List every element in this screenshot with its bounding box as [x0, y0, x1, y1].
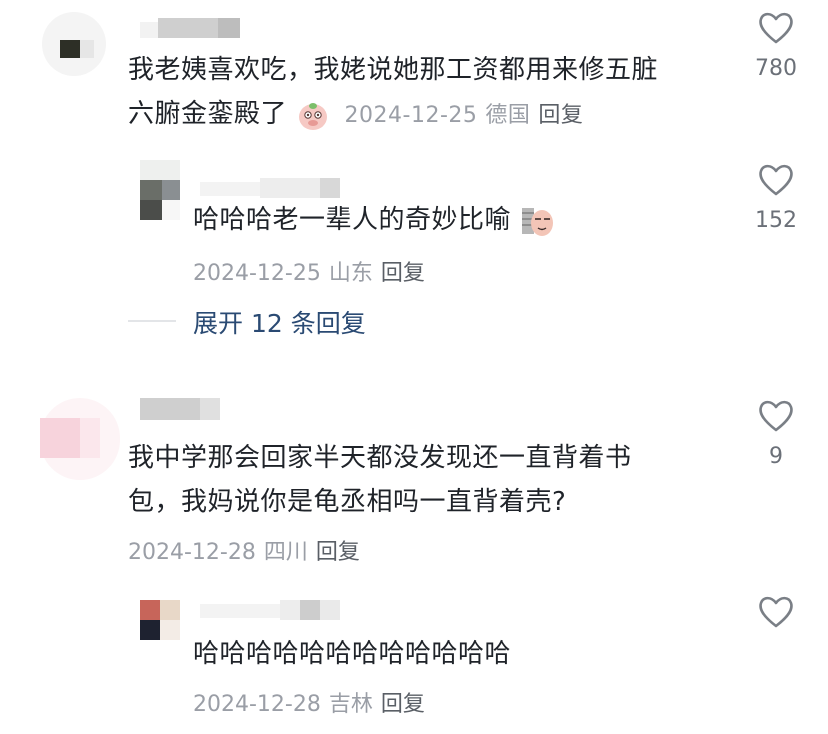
comment-text-line-2-wrapper: 六腑金銮殿了 2024-12-25 德国 回复: [128, 92, 591, 138]
reply-text: 哈哈哈哈哈哈哈哈哈哈哈哈: [193, 639, 512, 669]
comment-meta: 2024-12-25 德国 回复: [345, 103, 592, 128]
avatar[interactable]: [140, 160, 180, 220]
reply-button[interactable]: 回复: [538, 103, 583, 128]
reply-date: 2024-12-28: [193, 692, 321, 717]
comment-text-line-2: 六腑金銮殿了: [128, 99, 288, 129]
like-heart-icon[interactable]: [757, 162, 795, 198]
like-count: 780: [755, 56, 797, 81]
smug-face-sticker-icon: [520, 204, 554, 238]
comment-meta: 2024-12-28 四川 回复: [128, 534, 368, 566]
like-heart-icon[interactable]: [757, 398, 795, 434]
comment-text-line-1: 我中学那会回家半天都没发现还一直背着书: [128, 443, 632, 473]
expand-replies-button[interactable]: 展开 12 条回复: [193, 304, 366, 340]
avatar[interactable]: [140, 600, 180, 640]
username-mosaic[interactable]: [200, 178, 340, 198]
comment-text-line-2: 包，我妈说你是龟丞相吗一直背着壳?: [128, 487, 567, 517]
username-mosaic[interactable]: [200, 600, 340, 620]
reply-button[interactable]: 回复: [316, 540, 360, 565]
comment-text-line-1: 我老姨喜欢吃，我姥说她那工资都用来修五脏: [128, 55, 659, 85]
like-heart-icon[interactable]: [757, 10, 795, 46]
reply-location: 山东: [328, 261, 373, 286]
comment-date: 2024-12-28: [128, 540, 256, 565]
reply-date: 2024-12-25: [193, 261, 321, 286]
like-count: 152: [755, 208, 797, 233]
reply-location: 吉林: [328, 692, 373, 717]
reply-meta: 2024-12-28 吉林 回复: [193, 686, 433, 718]
comment-date: 2024-12-25: [344, 103, 478, 128]
reply-meta: 2024-12-25 山东 回复: [193, 255, 433, 287]
avatar[interactable]: [42, 12, 106, 76]
like-heart-icon[interactable]: [757, 594, 795, 630]
reply-text: 哈哈哈老一辈人的奇妙比喻: [193, 205, 512, 235]
reply-button[interactable]: 回复: [381, 692, 425, 717]
expand-divider: [128, 320, 176, 322]
username-mosaic[interactable]: [140, 398, 220, 420]
reply-text-wrapper: 哈哈哈老一辈人的奇妙比喻: [193, 198, 554, 242]
pig-sticker-icon: [296, 98, 330, 132]
comment-location: 德国: [485, 103, 531, 128]
username-mosaic[interactable]: [140, 18, 240, 38]
comment-location: 四川: [263, 540, 308, 565]
reply-button[interactable]: 回复: [381, 261, 425, 286]
like-count: 9: [769, 444, 783, 469]
avatar[interactable]: [40, 398, 120, 480]
